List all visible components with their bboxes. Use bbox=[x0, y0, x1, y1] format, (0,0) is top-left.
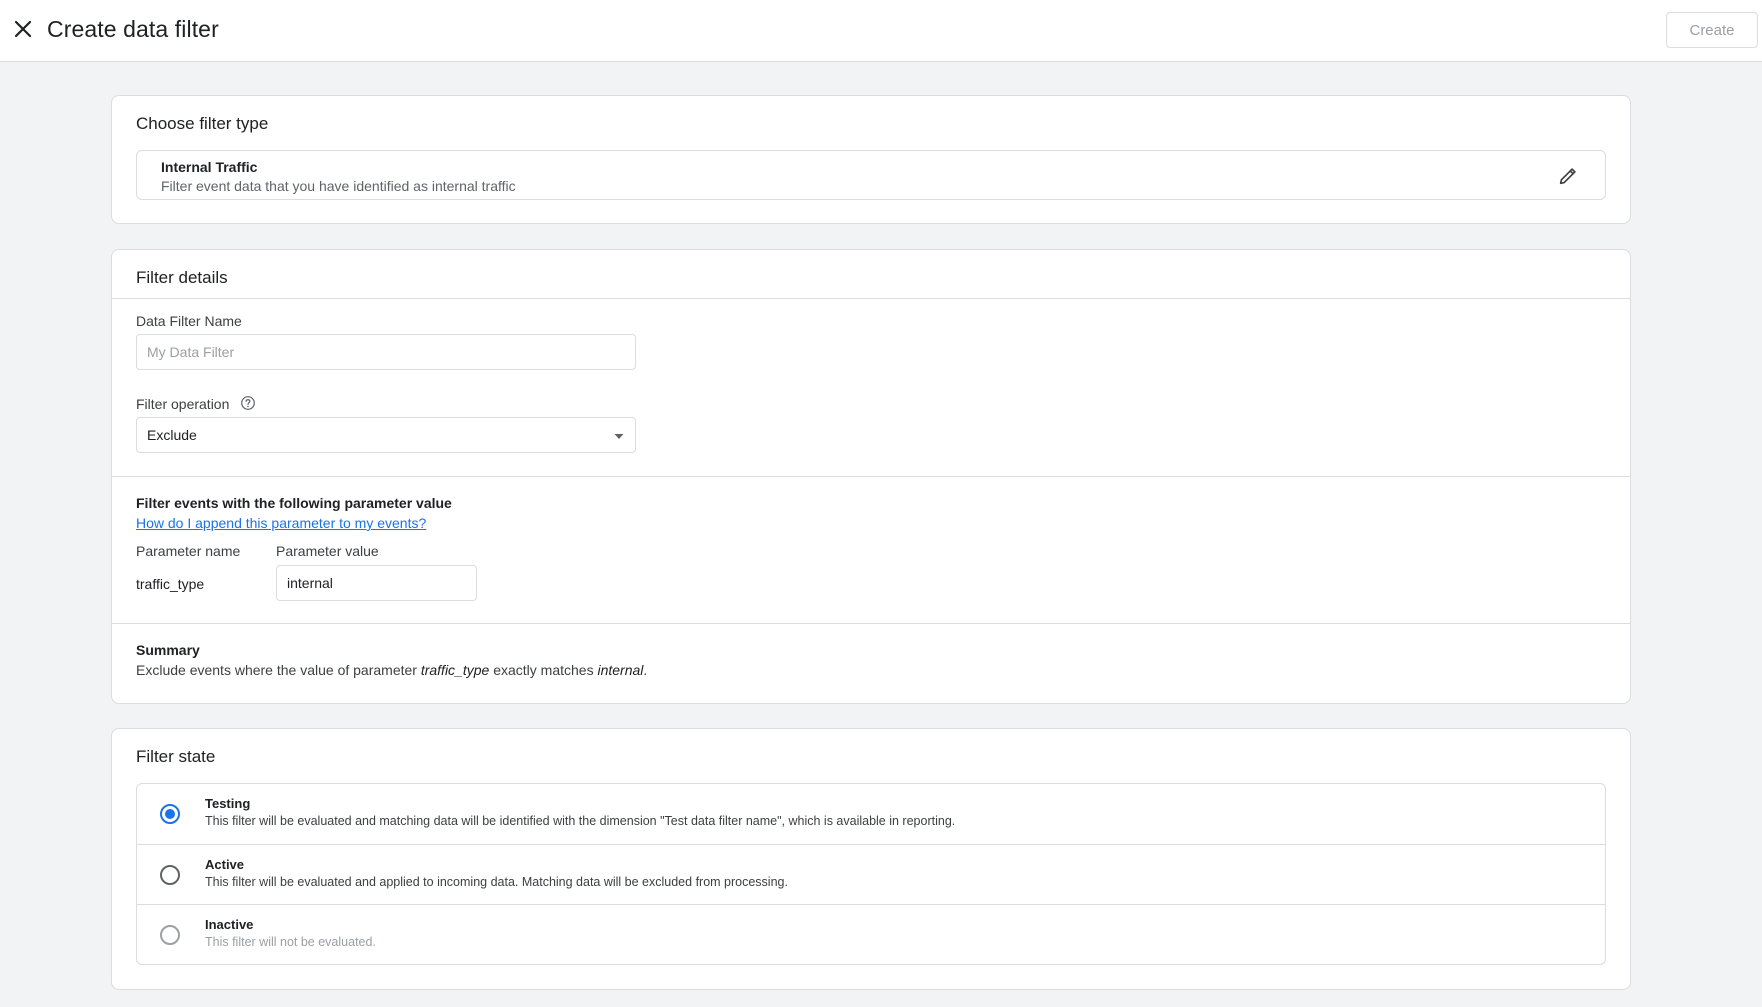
data-filter-name-input[interactable] bbox=[136, 334, 636, 370]
filter-details-card: Filter details Data Filter Name Filter o… bbox=[111, 249, 1631, 704]
state-option-inactive[interactable]: Inactive This filter will not be evaluat… bbox=[137, 904, 1605, 964]
parameter-section-heading: Filter events with the following paramet… bbox=[136, 495, 452, 511]
summary-parameter: traffic_type bbox=[420, 662, 490, 678]
filter-type-title: Choose filter type bbox=[136, 114, 269, 133]
filter-details-title: Filter details bbox=[136, 268, 228, 287]
divider bbox=[112, 623, 1630, 624]
divider bbox=[112, 298, 1630, 299]
inactive-radio[interactable] bbox=[160, 925, 180, 945]
parameter-name-value: traffic_type bbox=[136, 576, 205, 592]
app-header: Create data filter Create bbox=[0, 0, 1762, 62]
state-description: This filter will be evaluated and applie… bbox=[205, 875, 788, 889]
state-name: Active bbox=[205, 857, 245, 872]
active-radio[interactable] bbox=[160, 865, 180, 885]
pencil-icon[interactable] bbox=[1557, 165, 1579, 187]
filter-operation-select[interactable]: Exclude bbox=[136, 417, 636, 453]
parameter-value-input[interactable] bbox=[276, 565, 477, 601]
state-name: Inactive bbox=[205, 917, 254, 932]
close-icon bbox=[14, 20, 32, 38]
state-option-testing[interactable]: Testing This filter will be evaluated an… bbox=[137, 784, 1605, 844]
summary-suffix: . bbox=[643, 662, 648, 678]
summary-prefix: Exclude events where the value of parame… bbox=[136, 662, 421, 678]
filter-type-description: Filter event data that you have identifi… bbox=[161, 178, 516, 194]
filter-state-card: Filter state Testing This filter will be… bbox=[111, 728, 1631, 990]
filter-type-card: Choose filter type Internal Traffic Filt… bbox=[111, 95, 1631, 224]
summary-value: internal bbox=[597, 662, 644, 678]
close-button[interactable] bbox=[10, 16, 36, 42]
filter-state-title: Filter state bbox=[136, 747, 216, 766]
state-name: Testing bbox=[205, 796, 251, 811]
state-description: This filter will be evaluated and matchi… bbox=[205, 814, 956, 828]
filter-state-options: Testing This filter will be evaluated an… bbox=[136, 783, 1606, 965]
data-filter-name-label: Data Filter Name bbox=[136, 313, 242, 329]
filter-operation-label: Filter operation bbox=[136, 396, 230, 412]
create-button[interactable]: Create bbox=[1666, 12, 1758, 48]
filter-operation-value: Exclude bbox=[147, 427, 197, 443]
parameter-value-header: Parameter value bbox=[276, 543, 379, 559]
help-link[interactable]: How do I append this parameter to my eve… bbox=[136, 515, 426, 531]
summary-text: Exclude events where the value of parame… bbox=[136, 662, 647, 678]
page-title: Create data filter bbox=[47, 16, 219, 42]
divider bbox=[112, 476, 1630, 477]
state-option-active[interactable]: Active This filter will be evaluated and… bbox=[137, 844, 1605, 904]
testing-radio[interactable] bbox=[160, 804, 180, 824]
filter-type-name: Internal Traffic bbox=[161, 159, 258, 175]
parameter-name-header: Parameter name bbox=[136, 543, 241, 559]
summary-middle: exactly matches bbox=[489, 662, 598, 678]
state-description: This filter will not be evaluated. bbox=[205, 935, 376, 949]
caret-down-icon bbox=[614, 434, 624, 439]
filter-type-selector[interactable]: Internal Traffic Filter event data that … bbox=[136, 150, 1606, 200]
summary-heading: Summary bbox=[136, 642, 200, 658]
help-circle-icon[interactable] bbox=[240, 395, 256, 411]
